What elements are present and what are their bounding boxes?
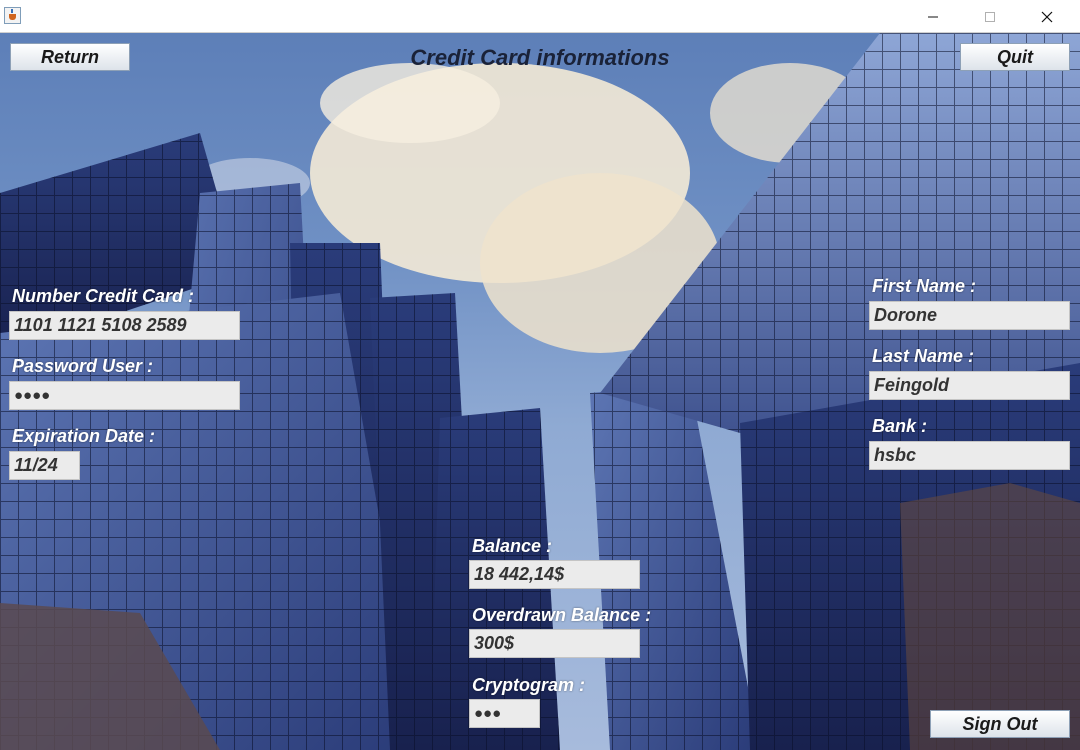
card-number-field[interactable]: 1101 1121 5108 2589 [9, 311, 240, 340]
password-label: Password User : [12, 356, 154, 376]
overdrawn-balance-label: Overdrawn Balance : [472, 605, 652, 625]
bank-field[interactable]: hsbc [869, 441, 1070, 470]
expiration-date-label: Expiration Date : [12, 426, 156, 446]
first-name-field[interactable]: Dorone [869, 301, 1070, 330]
minimize-icon[interactable] [910, 0, 956, 33]
last-name-field[interactable]: Feingold [869, 371, 1070, 400]
sign-out-button[interactable]: Sign Out [930, 710, 1070, 738]
return-button[interactable]: Return [10, 43, 130, 71]
page-title: Credit Card informations [410, 45, 670, 70]
quit-button[interactable]: Quit [960, 43, 1070, 71]
overdrawn-balance-field[interactable]: 300$ [469, 629, 640, 658]
close-icon[interactable] [1024, 0, 1070, 33]
balance-label: Balance : [472, 536, 553, 556]
last-name-label: Last Name : [872, 346, 975, 366]
maximize-icon[interactable] [967, 0, 1013, 33]
bank-label: Bank : [872, 416, 928, 436]
expiration-date-field[interactable]: 11/24 [9, 451, 80, 480]
balance-field[interactable]: 18 442,14$ [469, 560, 640, 589]
password-field[interactable]: ●●●● [9, 381, 240, 410]
cryptogram-field[interactable]: ●●● [469, 699, 540, 728]
card-number-label: Number Credit Card : [12, 286, 195, 306]
background-scene: Return Credit Card informations Quit Num… [0, 33, 1080, 750]
cryptogram-label: Cryptogram : [472, 675, 586, 695]
window-titlebar [0, 0, 1080, 33]
first-name-label: First Name : [872, 276, 977, 296]
java-app-icon [4, 7, 21, 24]
